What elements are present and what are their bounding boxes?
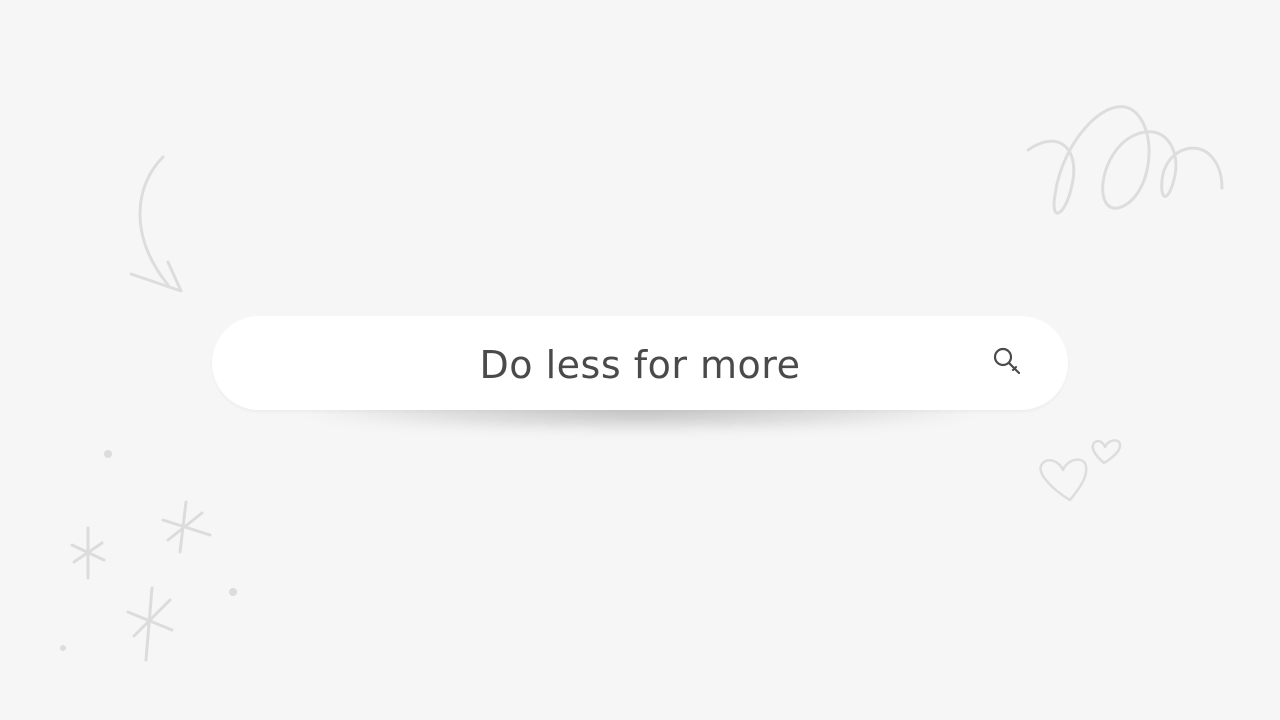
spiral-scribble-icon [1026,105,1224,215]
search-icon [993,347,1021,375]
hearts-icon [1039,439,1122,502]
curved-arrow-icon [129,155,183,293]
search-button[interactable] [988,342,1028,382]
search-input[interactable]: Do less for more [480,339,801,387]
dots-decoration [60,450,237,651]
sparkles-icon [70,500,212,662]
search-bar[interactable]: Do less for more [212,316,1068,410]
